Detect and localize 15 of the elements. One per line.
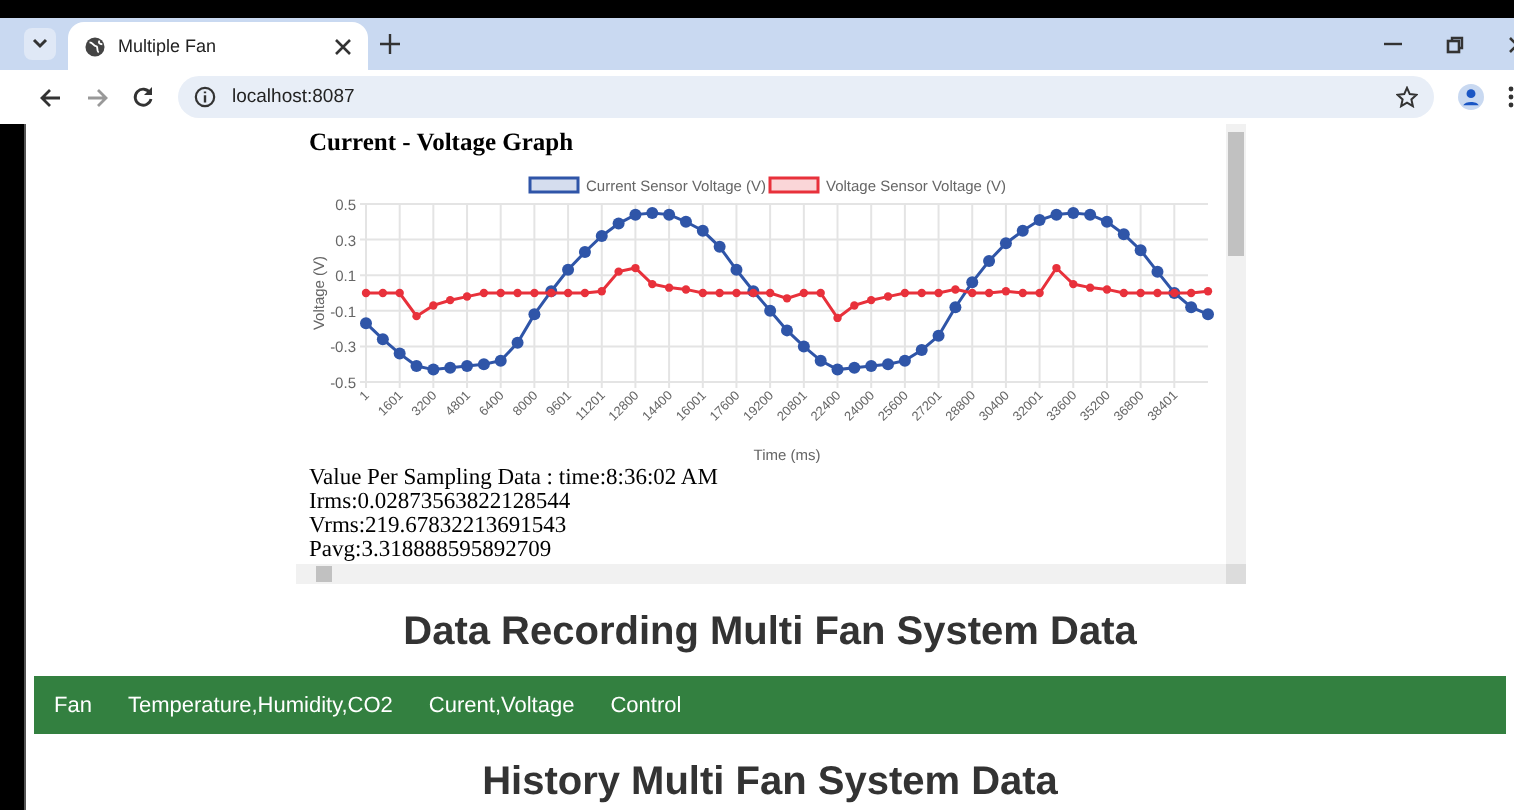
nav-link[interactable]: Fan	[54, 693, 92, 717]
tab-title: Multiple Fan	[118, 36, 219, 56]
section-heading: History Multi Fan System Data	[482, 758, 1058, 806]
nav-link[interactable]: Temperature,Humidity,CO2	[127, 693, 393, 717]
browser-tab[interactable]: Multiple Fan	[68, 22, 368, 70]
nav-link[interactable]: Control	[610, 693, 682, 717]
page-heading: Data Recording Multi Fan System Data	[403, 608, 1137, 656]
data-text: Pavg:3.318888595892709	[309, 538, 552, 562]
address-bar[interactable]: localhost:8087	[178, 76, 1434, 118]
chart-title: Current - Voltage Graph	[309, 126, 574, 158]
data-text: Irms:0.02873563822128544	[309, 490, 571, 514]
data-text: Vrms:219.67832213691543	[309, 514, 567, 538]
data-text: Value Per Sampling Data : time:8:36:02 AM	[309, 466, 718, 490]
nav-link[interactable]: Curent,Voltage	[428, 693, 575, 717]
url-text: localhost:8087	[232, 86, 357, 108]
